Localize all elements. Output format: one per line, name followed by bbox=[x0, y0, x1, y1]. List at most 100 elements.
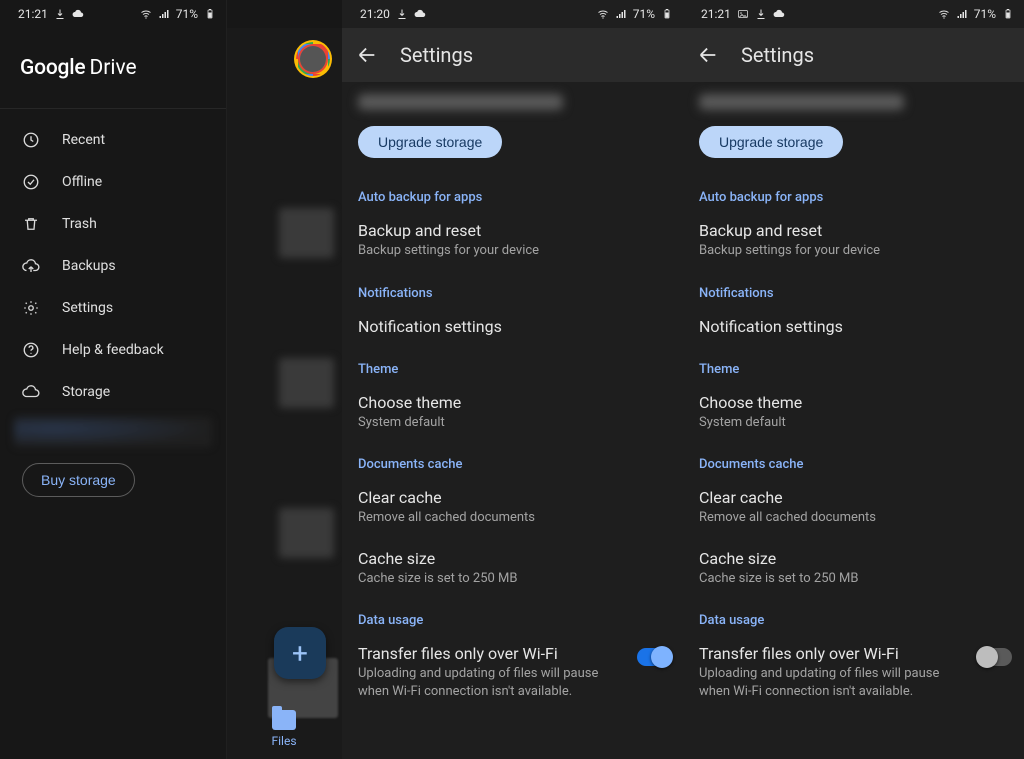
row-backup-reset[interactable]: Backup and reset Backup settings for you… bbox=[683, 211, 1024, 272]
wifi-only-toggle[interactable] bbox=[978, 648, 1012, 666]
row-title: Cache size bbox=[358, 549, 667, 568]
page-title: Settings bbox=[400, 43, 473, 67]
buy-storage-button[interactable]: Buy storage bbox=[22, 463, 135, 497]
battery-icon bbox=[1002, 8, 1014, 20]
battery-icon bbox=[204, 8, 216, 20]
status-battery: 71% bbox=[633, 7, 655, 21]
back-arrow-icon[interactable] bbox=[697, 44, 719, 66]
row-notification-settings[interactable]: Notification settings bbox=[683, 307, 1024, 348]
account-info-redacted bbox=[358, 94, 563, 110]
row-clear-cache[interactable]: Clear cache Remove all cached documents bbox=[342, 478, 683, 539]
drive-content-background: + Files bbox=[226, 28, 342, 759]
section-notifications: Notifications bbox=[683, 272, 1024, 307]
upgrade-storage-button[interactable]: Upgrade storage bbox=[699, 126, 843, 158]
page-title: Settings bbox=[741, 43, 814, 67]
back-arrow-icon[interactable] bbox=[356, 44, 378, 66]
nav-label: Storage bbox=[62, 384, 110, 400]
row-title: Notification settings bbox=[358, 317, 667, 336]
row-subtitle: Uploading and updating of files will pau… bbox=[699, 665, 968, 700]
row-subtitle: Remove all cached documents bbox=[699, 509, 1008, 527]
status-battery: 71% bbox=[176, 7, 198, 21]
folder-icon bbox=[272, 710, 296, 730]
gear-icon bbox=[22, 299, 40, 317]
offline-icon bbox=[22, 173, 40, 191]
storage-usage-redacted bbox=[14, 417, 212, 447]
nav-help[interactable]: Help & feedback bbox=[0, 329, 226, 371]
status-battery: 71% bbox=[974, 7, 996, 21]
nav-backups[interactable]: Backups bbox=[0, 245, 226, 287]
new-fab-button[interactable]: + bbox=[274, 627, 326, 679]
account-avatar[interactable] bbox=[296, 42, 330, 76]
section-auto-backup: Auto backup for apps bbox=[342, 176, 683, 211]
section-auto-backup: Auto backup for apps bbox=[683, 176, 1024, 211]
section-cache: Documents cache bbox=[683, 443, 1024, 478]
row-choose-theme[interactable]: Choose theme System default bbox=[683, 383, 1024, 444]
row-subtitle: Uploading and updating of files will pau… bbox=[358, 665, 627, 700]
status-bar: 21:21 71% bbox=[683, 0, 1024, 28]
drawer-header: Google Drive bbox=[0, 28, 226, 109]
battery-icon bbox=[661, 8, 673, 20]
signal-icon bbox=[956, 8, 968, 20]
account-info-redacted bbox=[699, 94, 904, 110]
nav-label: Backups bbox=[62, 258, 116, 274]
bottom-nav-label: Files bbox=[271, 734, 296, 748]
app-bar: Settings bbox=[342, 28, 683, 82]
nav-recent[interactable]: Recent bbox=[0, 119, 226, 161]
clock-icon bbox=[22, 131, 40, 149]
folder-thumbnail bbox=[279, 508, 334, 558]
download-icon bbox=[755, 8, 767, 20]
row-backup-reset[interactable]: Backup and reset Backup settings for you… bbox=[342, 211, 683, 272]
row-title: Clear cache bbox=[699, 488, 1008, 507]
row-title: Transfer files only over Wi-Fi bbox=[699, 644, 968, 663]
row-title: Choose theme bbox=[358, 393, 667, 412]
row-title: Notification settings bbox=[699, 317, 1008, 336]
section-cache: Documents cache bbox=[342, 443, 683, 478]
cloud-icon bbox=[773, 8, 785, 20]
row-subtitle: Remove all cached documents bbox=[358, 509, 667, 527]
row-title: Backup and reset bbox=[358, 221, 667, 240]
row-title: Backup and reset bbox=[699, 221, 1008, 240]
row-clear-cache[interactable]: Clear cache Remove all cached documents bbox=[683, 478, 1024, 539]
row-choose-theme[interactable]: Choose theme System default bbox=[342, 383, 683, 444]
nav-label: Help & feedback bbox=[62, 342, 164, 358]
section-notifications: Notifications bbox=[342, 272, 683, 307]
row-notification-settings[interactable]: Notification settings bbox=[342, 307, 683, 348]
cloud-icon bbox=[414, 8, 426, 20]
folder-thumbnail bbox=[279, 358, 334, 408]
row-wifi-only[interactable]: Transfer files only over Wi-Fi Uploading… bbox=[342, 634, 683, 712]
row-cache-size[interactable]: Cache size Cache size is set to 250 MB bbox=[342, 539, 683, 600]
signal-icon bbox=[158, 8, 170, 20]
wifi-icon bbox=[140, 8, 152, 20]
bottom-nav-files[interactable]: Files bbox=[226, 699, 342, 759]
image-icon bbox=[737, 8, 749, 20]
section-data-usage: Data usage bbox=[683, 599, 1024, 634]
app-brand: Google Drive bbox=[20, 56, 137, 80]
nav-label: Settings bbox=[62, 300, 113, 316]
row-subtitle: Backup settings for your device bbox=[699, 242, 1008, 260]
wifi-only-toggle[interactable] bbox=[637, 648, 671, 666]
upgrade-storage-button[interactable]: Upgrade storage bbox=[358, 126, 502, 158]
app-bar: Settings bbox=[683, 28, 1024, 82]
navigation-drawer: 21:21 71% Google Drive bbox=[0, 0, 227, 759]
trash-icon bbox=[22, 215, 40, 233]
status-time: 21:21 bbox=[701, 7, 731, 21]
row-title: Choose theme bbox=[699, 393, 1008, 412]
nav-settings[interactable]: Settings bbox=[0, 287, 226, 329]
nav-offline[interactable]: Offline bbox=[0, 161, 226, 203]
wifi-icon bbox=[938, 8, 950, 20]
status-time: 21:21 bbox=[18, 7, 48, 21]
cloud-up-icon bbox=[22, 257, 40, 275]
row-title: Cache size bbox=[699, 549, 1008, 568]
nav-storage[interactable]: Storage bbox=[0, 371, 226, 413]
row-subtitle: Backup settings for your device bbox=[358, 242, 667, 260]
help-icon bbox=[22, 341, 40, 359]
row-subtitle: Cache size is set to 250 MB bbox=[358, 570, 667, 588]
nav-trash[interactable]: Trash bbox=[0, 203, 226, 245]
status-time: 21:20 bbox=[360, 7, 390, 21]
row-subtitle: System default bbox=[699, 414, 1008, 432]
status-bar: 21:21 71% bbox=[0, 0, 226, 28]
row-cache-size[interactable]: Cache size Cache size is set to 250 MB bbox=[683, 539, 1024, 600]
row-wifi-only[interactable]: Transfer files only over Wi-Fi Uploading… bbox=[683, 634, 1024, 712]
nav-label: Offline bbox=[62, 174, 102, 190]
folder-thumbnail bbox=[279, 208, 334, 258]
